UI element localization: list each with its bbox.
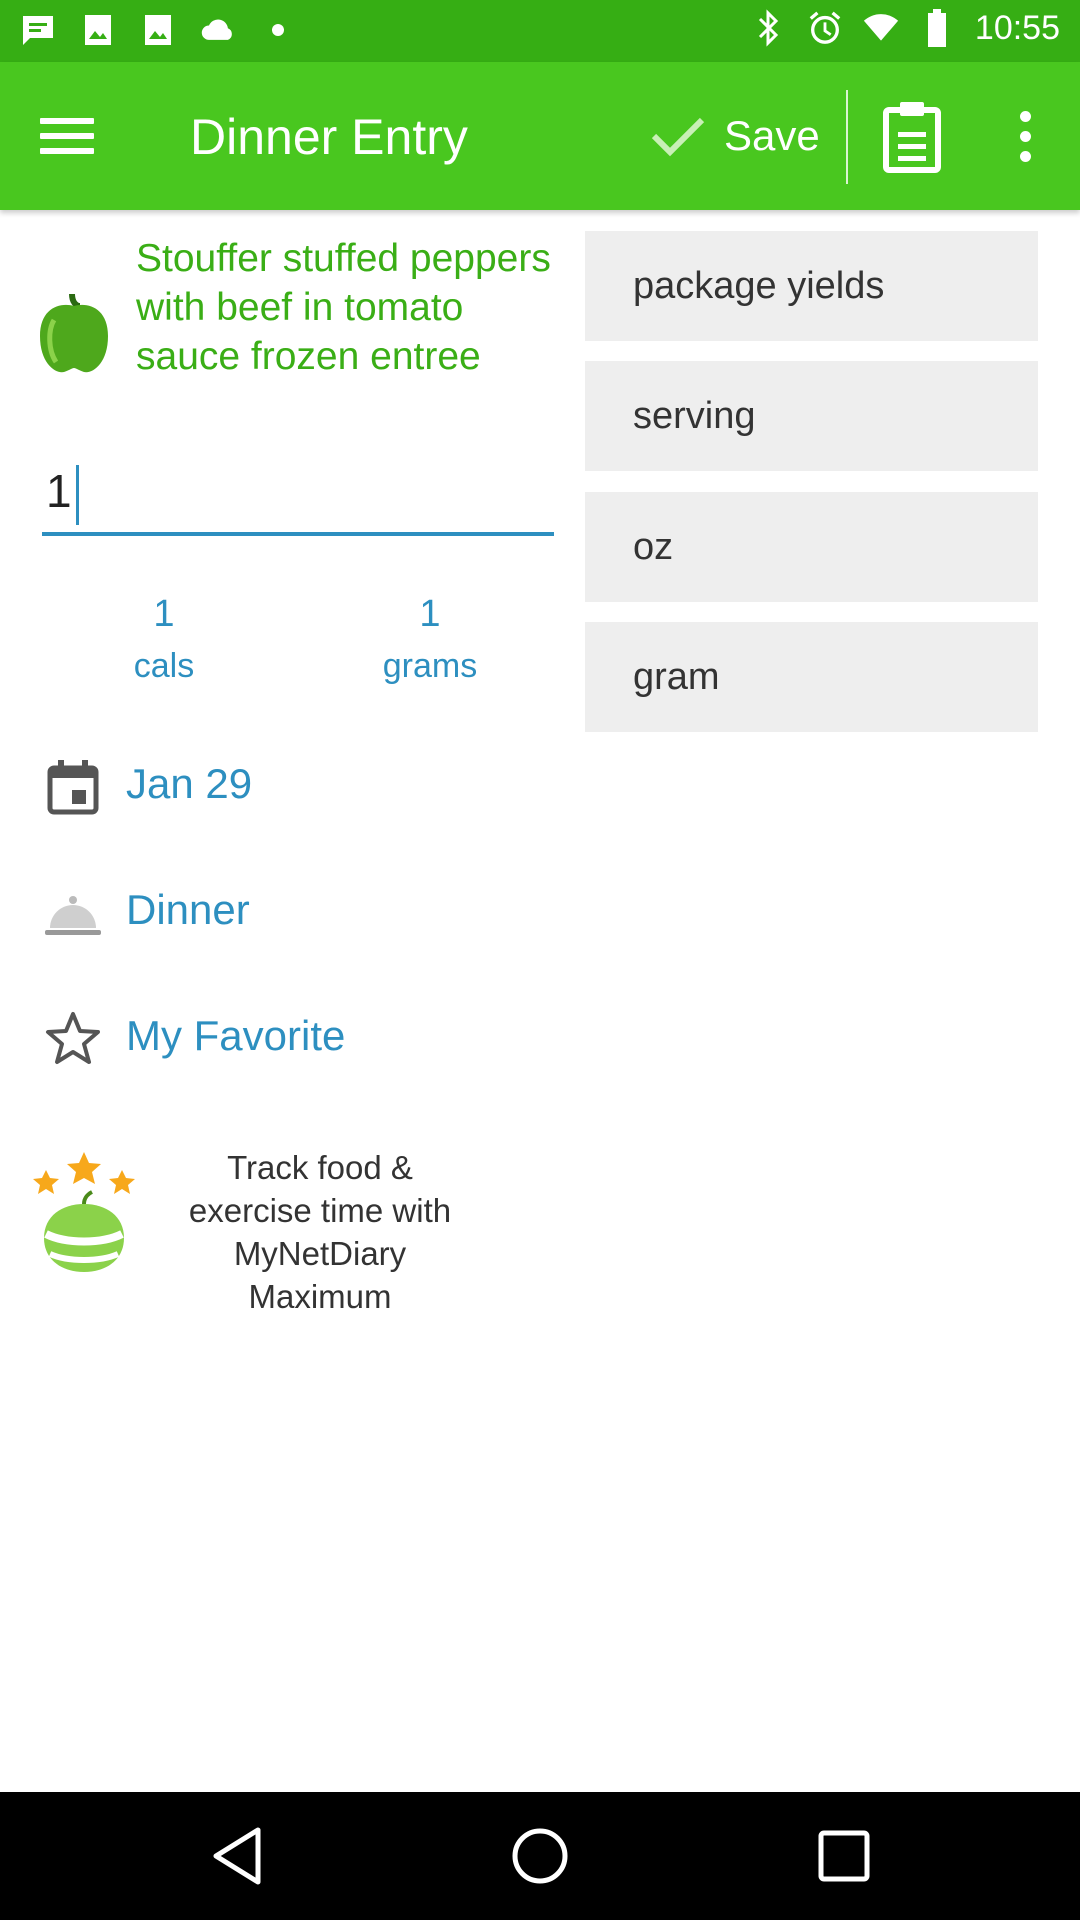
clipboard-icon[interactable] [876, 98, 948, 174]
wifi-icon [863, 8, 899, 48]
cloche-icon [44, 884, 102, 942]
text-cursor [75, 464, 79, 525]
navigation-bar [0, 1792, 1080, 1920]
grams-value: 1 [419, 593, 441, 635]
back-icon[interactable] [200, 1816, 280, 1896]
favorite-row[interactable]: My Favorite [0, 988, 1080, 1088]
app-logo-icon [28, 1148, 140, 1276]
system-icons: 10:55 [751, 8, 1060, 48]
cloud-icon [200, 10, 236, 50]
toolbar-divider [846, 90, 848, 184]
status-bar: 10:55 [0, 0, 1080, 62]
unit-option-serving[interactable]: serving [585, 361, 1038, 471]
unit-option-oz[interactable]: oz [585, 492, 1038, 602]
app-bar: Dinner Entry Save [0, 62, 1080, 210]
recents-icon[interactable] [804, 1816, 884, 1896]
calendar-icon [44, 758, 102, 816]
star-outline-icon [44, 1010, 102, 1068]
grams-label: grams [382, 647, 478, 685]
unit-option-package-yields[interactable]: package yields [585, 231, 1038, 341]
more-vert-icon[interactable] [1000, 98, 1050, 174]
quantity-input[interactable]: 1 [42, 464, 554, 536]
status-time: 10:55 [974, 8, 1060, 47]
checkmark-icon [651, 117, 705, 157]
chat-icon [20, 10, 56, 50]
meal-label: Dinner [126, 886, 250, 933]
promo-text: Track food & exercise time with MyNetDia… [188, 1149, 452, 1315]
date-row[interactable]: Jan 29 [0, 736, 1080, 836]
image-icon [140, 10, 176, 50]
date-label: Jan 29 [126, 760, 253, 807]
grams-stat: 1 grams [330, 590, 530, 688]
notification-icons [20, 10, 296, 50]
alarm-icon [807, 8, 843, 48]
upgrade-promo[interactable]: Track food & exercise time with MyNetDia… [28, 1140, 588, 1315]
bluetooth-icon [751, 8, 787, 48]
dot-icon [260, 10, 296, 50]
pepper-icon [36, 290, 112, 376]
image-icon [80, 10, 116, 50]
food-name[interactable]: Stouffer stuffed peppers with beef in to… [136, 234, 566, 381]
calories-value: 1 [153, 593, 175, 635]
meal-row[interactable]: Dinner [0, 862, 1080, 962]
save-button[interactable]: Save [650, 96, 820, 176]
calories-label: cals [133, 647, 195, 685]
save-label: Save [724, 112, 820, 159]
page-title: Dinner Entry [190, 109, 468, 165]
battery-icon [919, 8, 955, 48]
unit-option-gram[interactable]: gram [585, 622, 1038, 732]
calories-stat: 1 cals [64, 590, 264, 688]
menu-icon[interactable] [40, 106, 106, 166]
quantity-value: 1 [46, 465, 72, 517]
favorite-label: My Favorite [126, 1012, 346, 1059]
home-icon[interactable] [500, 1816, 580, 1896]
